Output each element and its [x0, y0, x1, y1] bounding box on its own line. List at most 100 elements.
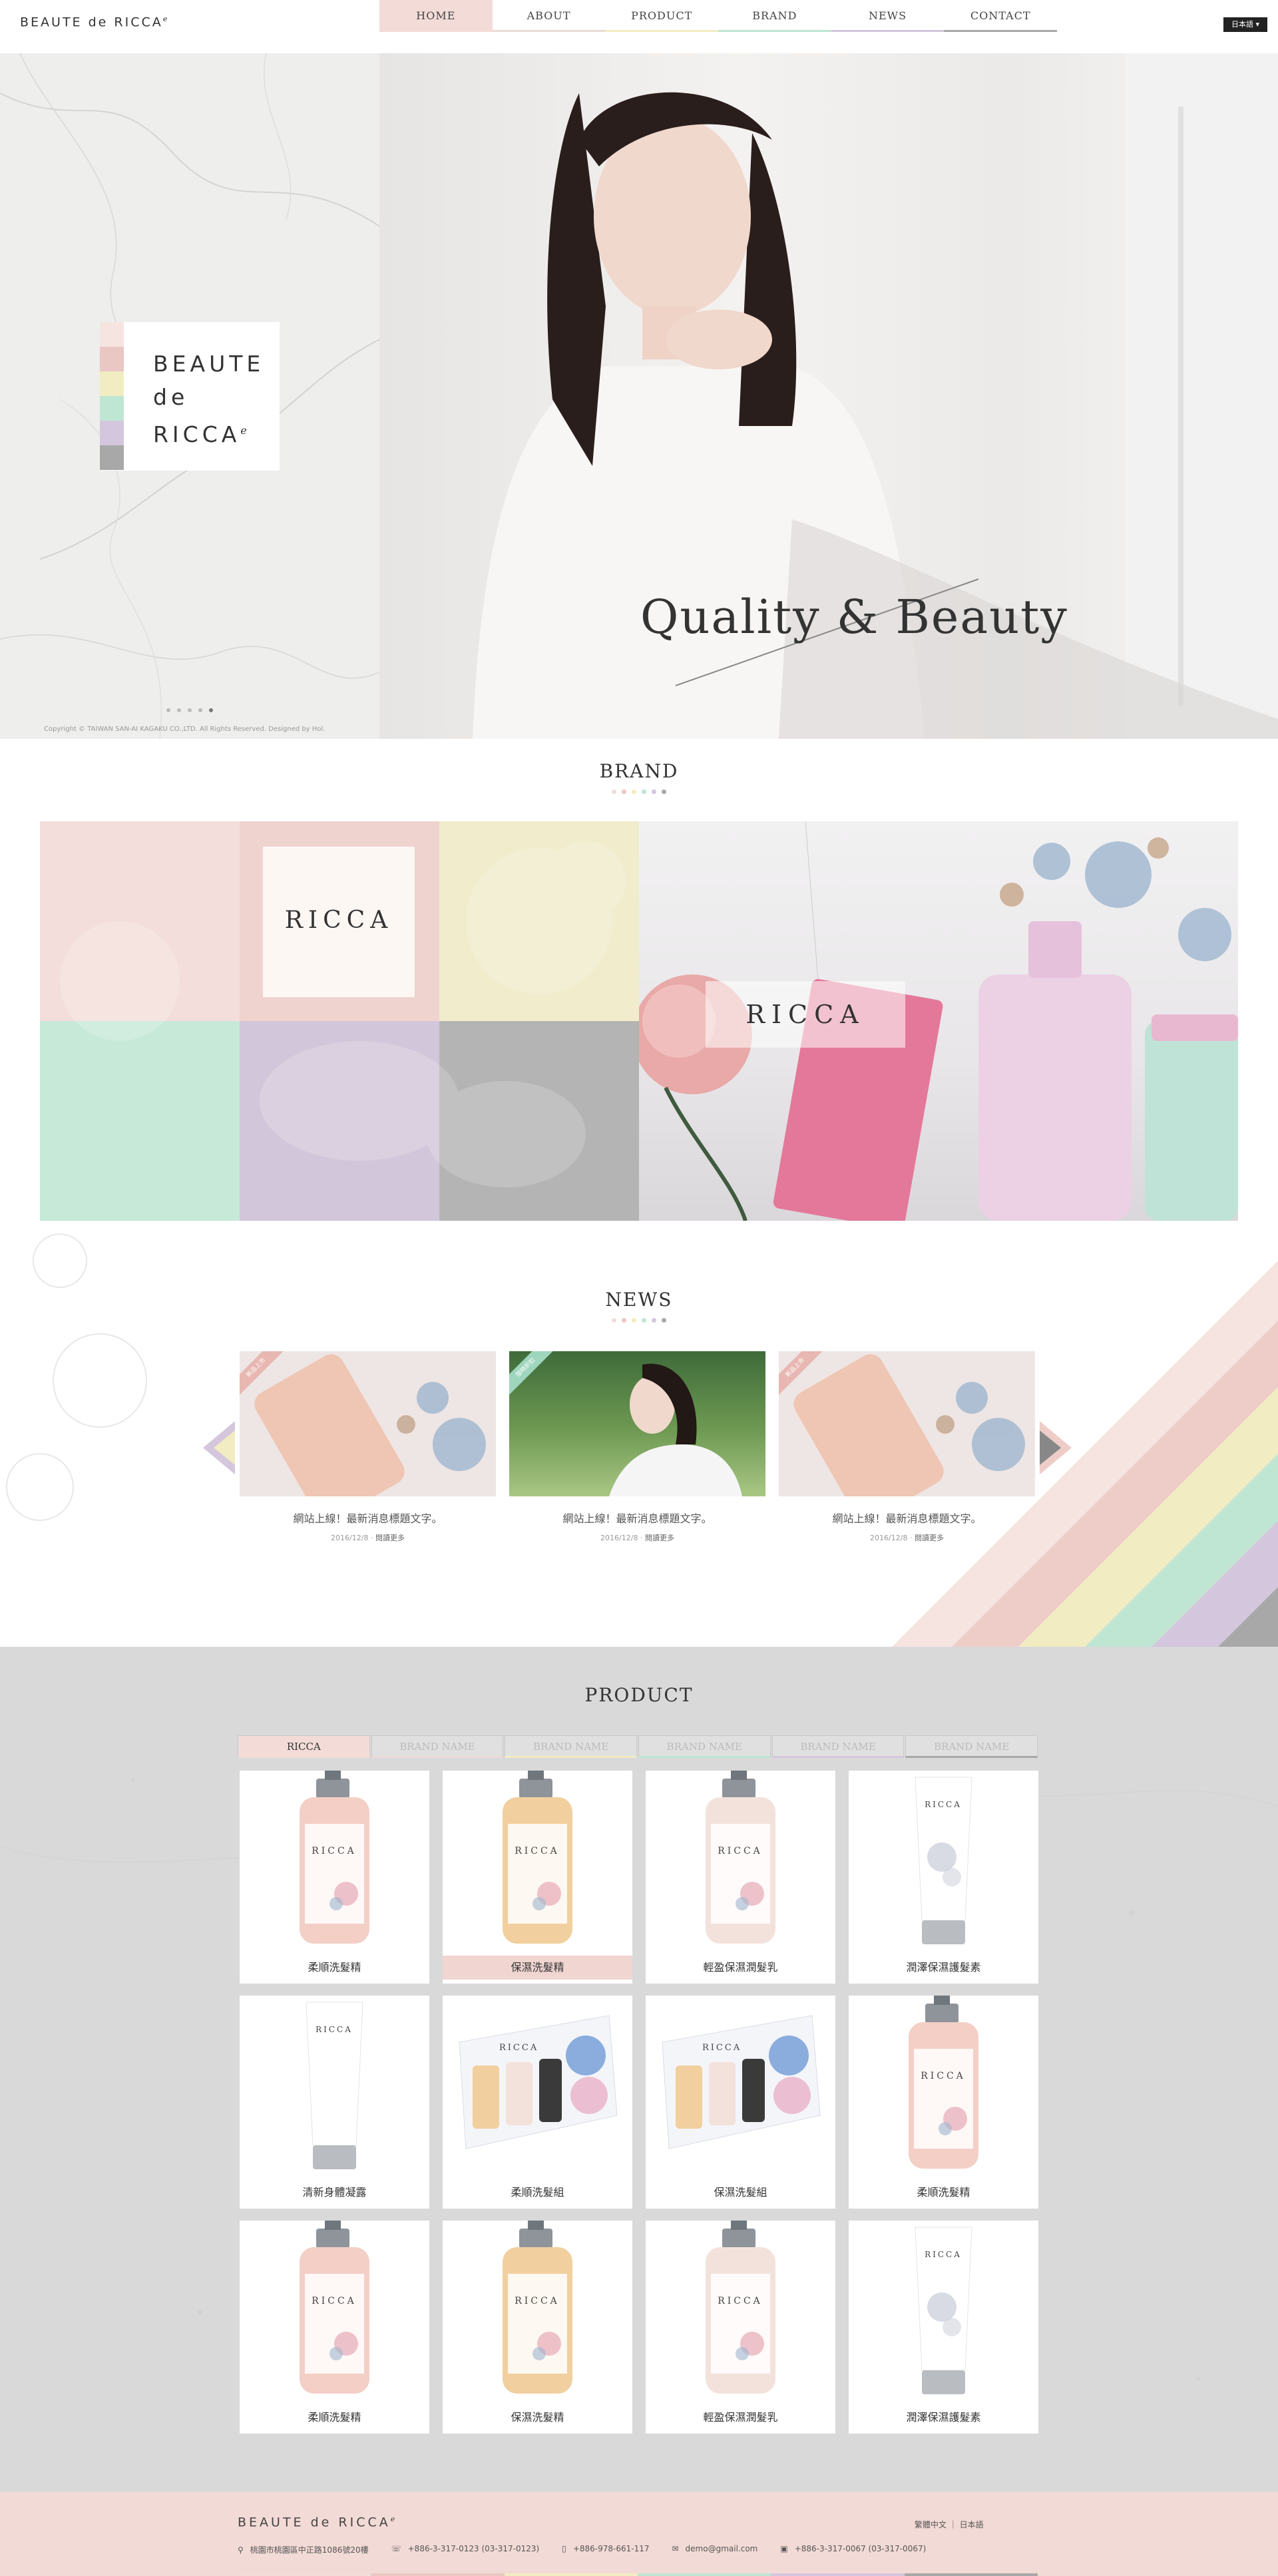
concrete-texture: [0, 1778, 1278, 2381]
footer-phone: ☏ +886-3-317-0123 (03-317-0123): [391, 2544, 540, 2553]
mobile-icon: ▯: [562, 2544, 566, 2553]
product-tube-illustration: [793, 1354, 1025, 1496]
svg-text:RICCA: RICCA: [925, 1800, 962, 1809]
hero-tagline: Quality & Beauty: [640, 590, 1068, 644]
read-more-link[interactable]: 閱讀更多: [915, 1534, 944, 1542]
nav-about[interactable]: ABOUT: [492, 0, 606, 32]
bottle-illustration: RICCA: [503, 2221, 572, 2394]
news-image: 限時折扣: [509, 1351, 765, 1496]
product-card[interactable]: RICCA 保濕洗髮組: [646, 1996, 835, 2209]
fax-icon: ▣: [780, 2544, 788, 2553]
read-more-link[interactable]: 閱讀更多: [375, 1534, 405, 1542]
product-name: 柔順洗髮精: [308, 2411, 361, 2424]
product-name: 保濕洗髮組: [714, 2186, 767, 2199]
product-card[interactable]: RICCA 輕盈保濕潤髮乳: [646, 2221, 835, 2434]
tab-brand-name[interactable]: BRAND NAME: [505, 1735, 638, 1758]
product-card[interactable]: RICCA 保濕洗髮精: [443, 1771, 632, 1984]
footer-address: ⚲ 桃園市桃園區中正路1086號20樓: [238, 2545, 369, 2555]
brand-feature-photo[interactable]: RICCA: [639, 821, 1238, 1221]
news-meta: 2016/12/8 · 閱讀更多: [331, 1534, 405, 1542]
svg-text:RICCA: RICCA: [316, 2025, 353, 2034]
phone-icon: ☏: [391, 2544, 401, 2553]
product-card[interactable]: RICCA 潤澤保濕護髮素: [849, 1771, 1038, 1984]
svg-text:RICCA: RICCA: [702, 2043, 742, 2053]
tab-brand-name[interactable]: BRAND NAME: [638, 1735, 771, 1758]
site-logo[interactable]: BEAUTE de RICCAℯ: [20, 15, 169, 29]
tab-brand-name[interactable]: BRAND NAME: [771, 1735, 905, 1758]
nav-news[interactable]: NEWS: [831, 0, 945, 32]
mail-icon: ✉: [672, 2544, 679, 2553]
news-meta: 2016/12/8 · 閱讀更多: [600, 1534, 674, 1542]
news-card[interactable]: 限時折扣 網站上線！最新消息標題文字。 2016/12/8 · 閱讀更多: [509, 1351, 765, 1543]
brand-photo-label: RICCA: [706, 981, 905, 1048]
map-pin-icon: ⚲: [238, 2545, 244, 2555]
bottle-illustration: RICCA: [706, 1771, 775, 1944]
news-image: 新品上市: [779, 1351, 1035, 1496]
product-section-title: PRODUCT: [584, 1684, 694, 1706]
product-name: 柔順洗髮精: [308, 1961, 361, 1974]
footer-contact-info: ⚲ 桃園市桃園區中正路1086號20樓 ☏ +886-3-317-0123 (03-…: [238, 2544, 1038, 2555]
model-portrait-illustration: [609, 1363, 742, 1496]
brand-logo-box: BEAUTE de RICCAℯ: [100, 322, 280, 471]
slider-dot[interactable]: [166, 708, 170, 712]
ricca-brand-card[interactable]: RICCA: [263, 847, 415, 997]
news-title: 網站上線！最新消息標題文字。: [832, 1512, 982, 1525]
tab-brand-name[interactable]: BRAND NAME: [371, 1735, 504, 1758]
tab-brand-name[interactable]: BRAND NAME: [905, 1735, 1038, 1758]
brand-section-title: BRAND: [599, 760, 679, 782]
product-name: 保濕洗髮精: [443, 1956, 632, 1980]
footer-color-bar: [238, 2573, 1038, 2576]
hero-slider: BEAUTE de RICCAℯ Quality & Beauty: [0, 53, 1278, 739]
nav-product[interactable]: PRODUCT: [605, 0, 719, 32]
product-card[interactable]: RICCA 柔順洗髮精: [240, 2221, 429, 2434]
svg-text:RICCA: RICCA: [499, 2043, 538, 2053]
slider-dot[interactable]: [209, 708, 213, 712]
nav-contact[interactable]: CONTACT: [944, 0, 1058, 32]
brand-logo-text: BEAUTE de RICCAℯ: [153, 351, 265, 447]
slider-dot[interactable]: [177, 708, 181, 712]
site-header: BEAUTE de RICCAℯ HOME ABOUT PRODUCT BRAN…: [0, 0, 1278, 53]
product-tube-illustration: [254, 1354, 486, 1496]
news-card[interactable]: 新品上市 網站上線！最新消息標題文字。 2016/12/8 · 閱讀更多: [779, 1351, 1035, 1543]
news-card[interactable]: 新品上市 網站上線！最新消息標題文字。 2016/12/8 · 閱讀更多: [240, 1351, 496, 1543]
svg-text:RICCA: RICCA: [515, 2296, 560, 2306]
svg-text:RICCA: RICCA: [312, 1846, 357, 1856]
news-meta: 2016/12/8 · 閱讀更多: [870, 1534, 944, 1542]
news-title: 網站上線！最新消息標題文字。: [293, 1512, 443, 1525]
slider-dot[interactable]: [188, 708, 192, 712]
language-selector[interactable]: 日本語 ▾: [1223, 17, 1267, 32]
product-card[interactable]: RICCA 潤澤保濕護髮素: [849, 2221, 1038, 2434]
product-card[interactable]: RICCA 柔順洗髮精: [240, 1771, 429, 1984]
footer-email[interactable]: ✉ demo@gmail.com: [672, 2544, 757, 2555]
product-section: [0, 1647, 1278, 2492]
news-title: 網站上線！最新消息標題文字。: [562, 1512, 712, 1525]
slider-dot[interactable]: [198, 708, 202, 712]
site-footer: [0, 2492, 1278, 2576]
svg-text:RICCA: RICCA: [312, 2296, 357, 2306]
product-card[interactable]: RICCA 柔順洗髮組: [443, 1996, 632, 2209]
product-name: 柔順洗髮組: [511, 2186, 564, 2199]
svg-text:RICCA: RICCA: [718, 2296, 763, 2306]
product-card[interactable]: RICCA 柔順洗髮精: [849, 1996, 1038, 2209]
product-card[interactable]: RICCA 輕盈保濕潤髮乳: [646, 1771, 835, 1984]
hero-copyright: Copyright © TAIWAN SAN-AI KAGAKU CO.,LTD…: [44, 726, 325, 733]
bottle-illustration: RICCA: [706, 2221, 775, 2394]
product-card[interactable]: RICCA 保濕洗髮精: [443, 2221, 632, 2434]
bottle-illustration: RICCA: [300, 2221, 369, 2394]
footer-logo[interactable]: BEAUTE de RICCAℯ: [238, 2515, 397, 2529]
brand-title-dots: [0, 789, 1278, 794]
news-prev-arrow-icon[interactable]: [203, 1421, 235, 1474]
news-title-dots: [0, 1318, 1278, 1323]
bottle-illustration: RICCA: [300, 1771, 369, 1944]
product-name: 潤澤保濕護髮素: [906, 1961, 981, 1974]
product-card[interactable]: RICCA 清新身體凝露: [240, 1996, 429, 2209]
product-name: 潤澤保濕護髮素: [906, 2411, 981, 2424]
footer-language-links[interactable]: 繁體中文 ｜ 日本語: [915, 2519, 984, 2530]
tab-ricca[interactable]: RICCA: [238, 1735, 370, 1758]
product-name: 輕盈保濕潤髮乳: [703, 2411, 778, 2424]
news-section-title: NEWS: [605, 1289, 673, 1311]
read-more-link[interactable]: 閱讀更多: [645, 1534, 674, 1542]
nav-home[interactable]: HOME: [379, 0, 493, 32]
nav-brand[interactable]: BRAND: [718, 0, 831, 32]
news-next-arrow-icon[interactable]: [1040, 1421, 1072, 1474]
